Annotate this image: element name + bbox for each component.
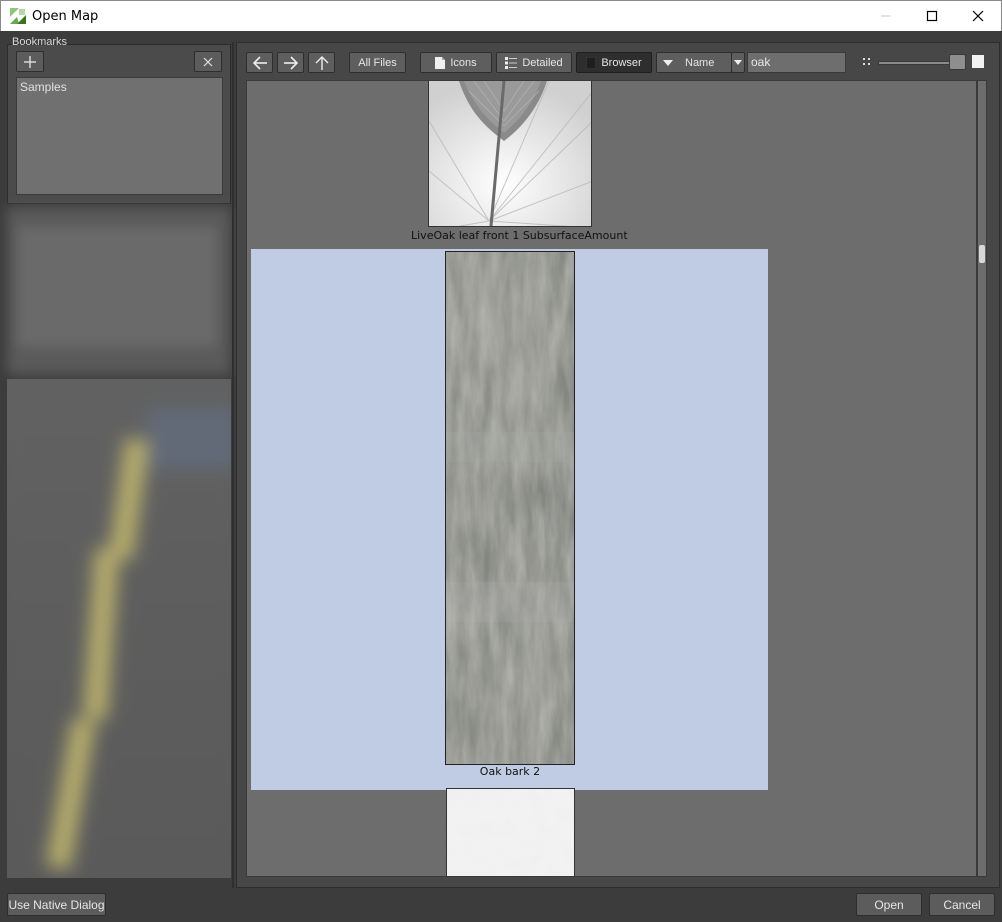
file-thumbnail[interactable] <box>446 788 575 876</box>
large-thumbnails-icon <box>972 55 984 68</box>
browser-view-icon <box>586 56 597 69</box>
bark-texture-image <box>446 252 574 764</box>
back-button[interactable] <box>246 52 273 73</box>
arrow-left-icon <box>252 55 267 70</box>
minimize-icon <box>881 15 891 17</box>
arrow-right-icon <box>283 55 298 70</box>
minimize-button[interactable] <box>863 1 909 31</box>
scrollbar-thumb[interactable] <box>979 245 985 263</box>
plus-icon <box>24 55 36 68</box>
remove-bookmark-button[interactable] <box>194 51 222 72</box>
icons-view-button[interactable]: Icons <box>420 52 492 73</box>
list-icon <box>505 56 518 69</box>
open-label: Open <box>874 897 904 912</box>
close-icon <box>972 10 984 22</box>
use-native-dialog-button[interactable]: Use Native Dialog <box>7 893 106 916</box>
sort-down-icon <box>663 59 673 66</box>
vertical-scrollbar[interactable] <box>977 80 987 877</box>
add-bookmark-button[interactable] <box>16 51 44 72</box>
file-filter-label: All Files <box>358 56 397 69</box>
maximize-button[interactable] <box>909 1 955 31</box>
maximize-icon <box>926 10 938 22</box>
up-button[interactable] <box>308 52 335 73</box>
file-caption: LiveOak leaf front 1 SubsurfaceAmount <box>411 229 628 242</box>
chevron-down-icon <box>734 60 742 65</box>
sort-dropdown-button[interactable] <box>731 52 745 73</box>
open-button[interactable]: Open <box>856 893 922 916</box>
preview-top <box>7 207 231 375</box>
detailed-view-button[interactable]: Detailed <box>496 52 572 73</box>
close-button[interactable] <box>955 1 1001 31</box>
thumbnail-size-slider-handle[interactable] <box>948 54 966 70</box>
leaf-texture-image <box>429 81 591 226</box>
cancel-label: Cancel <box>943 897 981 912</box>
browser-view-button[interactable]: Browser <box>576 52 652 73</box>
preview-image <box>7 379 231 878</box>
cancel-button[interactable]: Cancel <box>929 893 995 916</box>
small-thumbnails-icon <box>863 58 870 65</box>
file-filter-button[interactable]: All Files <box>349 52 406 73</box>
detailed-view-label: Detailed <box>522 56 563 69</box>
bookmarks-label: Bookmarks <box>12 36 68 48</box>
use-native-dialog-label: Use Native Dialog <box>8 897 105 912</box>
browser-view-label: Browser <box>601 56 642 69</box>
window-title: Open Map <box>32 9 99 24</box>
document-icon <box>435 56 446 69</box>
splitter[interactable] <box>232 42 234 888</box>
bookmark-item-samples[interactable]: Samples <box>20 80 67 94</box>
sort-field-label: Name <box>685 56 715 69</box>
white-texture-image <box>447 789 574 876</box>
title-bar: Open Map <box>0 0 1002 31</box>
file-caption: Oak bark 2 <box>479 765 541 778</box>
search-input[interactable]: oak <box>747 52 846 73</box>
app-icon <box>10 8 26 24</box>
file-browser[interactable]: LiveOak leaf front 1 SubsurfaceAmount Oa… <box>246 80 977 877</box>
file-thumbnail[interactable] <box>428 81 592 227</box>
file-thumbnail[interactable] <box>445 251 575 765</box>
sort-order-button[interactable]: Name <box>656 52 732 73</box>
close-icon <box>203 57 213 66</box>
icons-view-label: Icons <box>450 56 477 69</box>
forward-button[interactable] <box>277 52 304 73</box>
arrow-up-icon <box>315 55 328 70</box>
bookmarks-list: Samples <box>16 77 223 195</box>
